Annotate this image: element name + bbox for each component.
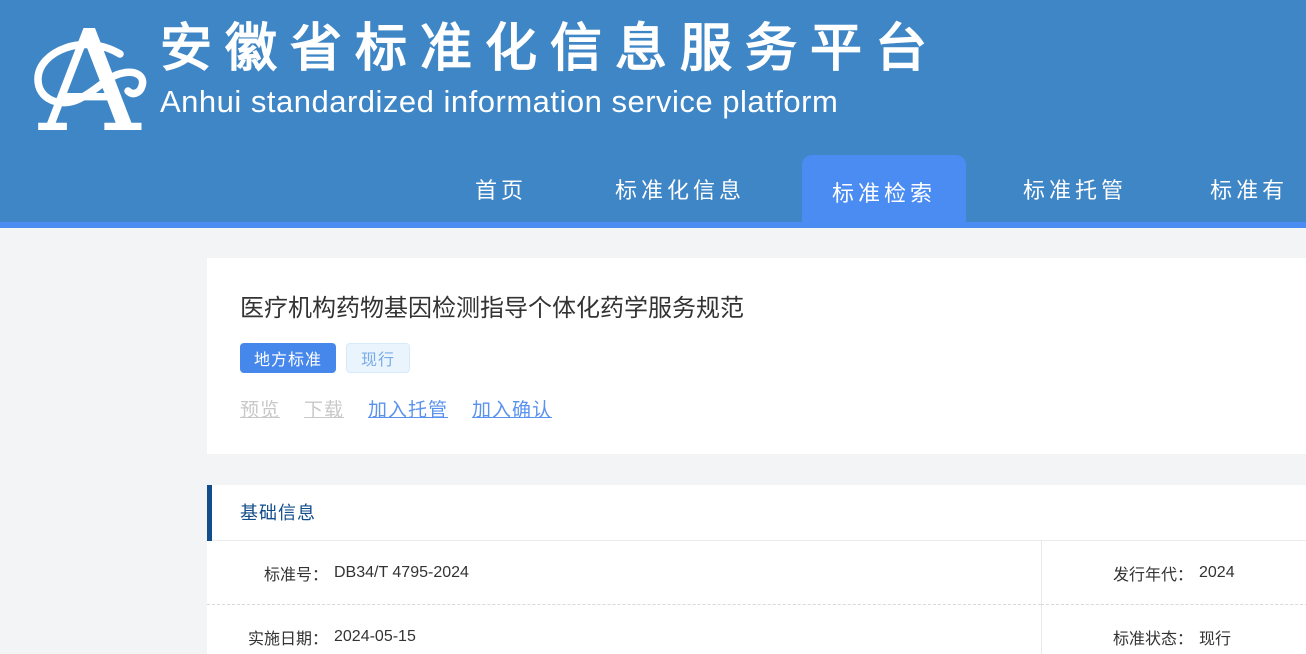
standard-summary-card: 医疗机构药物基因检测指导个体化药学服务规范 地方标准 现行 预览 下载 加入托管… bbox=[207, 258, 1306, 454]
issue-year-value: 2024 bbox=[1199, 564, 1235, 582]
standard-status-value: 现行 bbox=[1199, 625, 1231, 649]
badge-row: 地方标准 现行 bbox=[240, 343, 1306, 373]
basic-info-section-title: 基础信息 bbox=[207, 485, 1306, 541]
nav-item-standard-hosting[interactable]: 标准托管 bbox=[1023, 173, 1127, 205]
letter-A-ribbon-logo-icon: A bbox=[25, 16, 150, 133]
standard-title: 医疗机构药物基因检测指导个体化药学服务规范 bbox=[240, 288, 1306, 323]
table-cell-implementation-date: 实施日期： 2024-05-15 bbox=[207, 605, 1041, 654]
standard-number-value: DB34/T 4795-2024 bbox=[334, 564, 469, 582]
add-to-confirm-link[interactable]: 加入确认 bbox=[472, 395, 552, 422]
basic-info-table: 标准号： DB34/T 4795-2024 发行年代： 2024 实施日期： 2… bbox=[207, 541, 1306, 654]
standard-type-badge: 地方标准 bbox=[240, 343, 336, 373]
site-titles: 安徽省标准化信息服务平台 Anhui standardized informat… bbox=[160, 20, 940, 120]
implementation-date-label: 实施日期： bbox=[207, 625, 328, 649]
standard-status-badge: 现行 bbox=[346, 343, 410, 373]
add-to-hosting-link[interactable]: 加入托管 bbox=[368, 395, 448, 422]
site-header: A 安徽省标准化信息服务平台 Anhui standardized inform… bbox=[0, 0, 1306, 222]
table-cell-standard-status: 标准状态： 现行 bbox=[1041, 605, 1306, 654]
nav-item-standardization-info[interactable]: 标准化信息 bbox=[615, 173, 745, 205]
page: A 安徽省标准化信息服务平台 Anhui standardized inform… bbox=[0, 0, 1306, 654]
main-nav: 首页 标准化信息 标准检索 标准托管 标准有 bbox=[475, 155, 1288, 222]
main-content: 医疗机构药物基因检测指导个体化药学服务规范 地方标准 现行 预览 下载 加入托管… bbox=[0, 258, 1306, 654]
site-title-zh: 安徽省标准化信息服务平台 bbox=[160, 20, 940, 80]
preview-link[interactable]: 预览 bbox=[240, 395, 280, 422]
section-accent-bar bbox=[207, 485, 212, 541]
action-links-row: 预览 下载 加入托管 加入确认 bbox=[240, 395, 1306, 422]
download-link[interactable]: 下载 bbox=[304, 395, 344, 422]
standard-status-label: 标准状态： bbox=[1042, 625, 1193, 649]
table-cell-standard-number: 标准号： DB34/T 4795-2024 bbox=[207, 541, 1041, 605]
nav-accent-strip bbox=[0, 222, 1306, 228]
nav-item-standard-search-active[interactable]: 标准检索 bbox=[802, 155, 966, 228]
site-logo[interactable]: A bbox=[25, 16, 150, 138]
issue-year-label: 发行年代： bbox=[1042, 561, 1193, 585]
nav-item-home[interactable]: 首页 bbox=[475, 173, 527, 205]
implementation-date-value: 2024-05-15 bbox=[334, 628, 416, 646]
standard-number-label: 标准号： bbox=[207, 561, 328, 585]
nav-item-clipped[interactable]: 标准有 bbox=[1210, 173, 1288, 205]
basic-info-card: 基础信息 标准号： DB34/T 4795-2024 发行年代： 2024 实施… bbox=[207, 485, 1306, 654]
table-cell-issue-year: 发行年代： 2024 bbox=[1041, 541, 1306, 605]
site-title-en: Anhui standardized information service p… bbox=[160, 84, 940, 120]
